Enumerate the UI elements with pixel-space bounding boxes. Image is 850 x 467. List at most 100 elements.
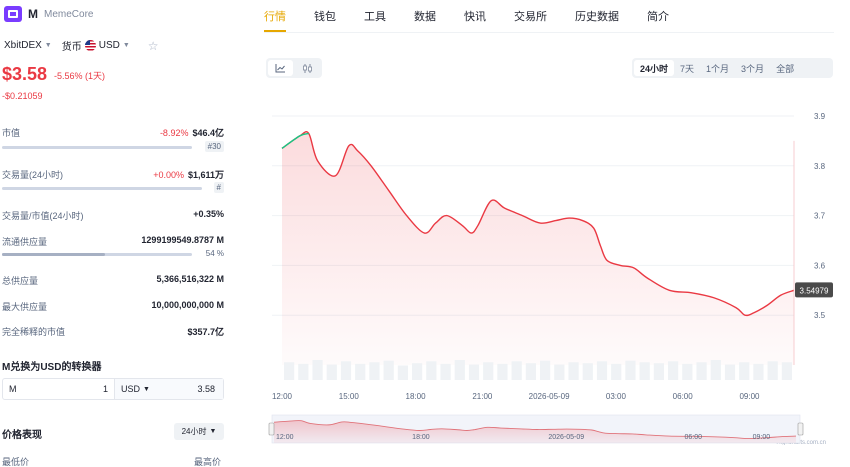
volume-bar: [298, 363, 309, 380]
currency-select[interactable]: 货币 USD ▼: [62, 38, 130, 53]
tab-item[interactable]: 快讯: [464, 0, 486, 32]
us-flag-icon: [84, 40, 96, 51]
current-price: $3.58: [2, 64, 48, 84]
progress-bar: [2, 146, 192, 149]
tab-item[interactable]: 历史数据: [575, 0, 619, 32]
range-button[interactable]: 全部: [770, 60, 800, 76]
converter-from-amount: 1: [102, 384, 108, 394]
y-tick-label: 3.9: [814, 112, 826, 121]
volume-bar: [540, 360, 551, 380]
low-price-label: 最低价: [2, 457, 30, 467]
exchange-select[interactable]: XbitDEX ▼: [4, 40, 52, 51]
y-tick-label: 3.7: [814, 212, 826, 221]
stat-value: $46.4亿: [192, 128, 224, 138]
converter-to-field[interactable]: USD ▼ 3.58: [115, 379, 223, 399]
volume-bar: [781, 362, 792, 380]
navigator-tick-label: 12:00: [276, 434, 294, 441]
converter-currency-select[interactable]: USD ▼: [121, 384, 150, 394]
volume-bar: [426, 361, 437, 380]
price-change-absolute: -$0.21059: [2, 91, 43, 101]
tab-item[interactable]: 简介: [647, 0, 669, 32]
caret-down-icon: ▼: [122, 42, 130, 49]
navigator-tick-label: 2026-05-09: [548, 434, 584, 441]
volume-bar: [653, 363, 664, 380]
volume-bar: [340, 361, 352, 380]
navigator-handle-right: [797, 422, 804, 436]
stat-value: 1299199549.8787 M: [141, 235, 224, 245]
converter: M 1 USD ▼ 3.58: [2, 378, 224, 400]
stat-total-supply: 总供应量 5,366,516,322 M: [2, 274, 224, 288]
volume-bar: [668, 361, 679, 380]
supply-percent: 54 %: [205, 249, 224, 258]
volume-bar: [596, 361, 608, 380]
volume-bar: [284, 362, 295, 380]
tab-item[interactable]: 数据: [414, 0, 436, 32]
exchange-label: XbitDEX: [4, 40, 42, 51]
range-button[interactable]: 3个月: [735, 60, 770, 76]
stat-fdv: 完全稀释的市值 $357.7亿: [2, 325, 224, 339]
navigator-tick-label: 18:00: [412, 434, 430, 441]
volume-bar: [511, 361, 522, 380]
volume-bar: [397, 365, 408, 380]
stat-value-group: -8.92% $46.4亿: [160, 126, 224, 139]
converter-title: M兑换为USD的转换器: [2, 362, 102, 373]
stat-value: +0.35%: [193, 209, 224, 219]
tab-item[interactable]: 交易所: [514, 0, 547, 32]
current-price-label: 3.54979: [800, 286, 829, 295]
tab-item[interactable]: 工具: [364, 0, 386, 32]
volume-bar: [483, 362, 494, 380]
price-change-percent: -5.56% (1天): [54, 71, 106, 81]
tab-item[interactable]: 钱包: [314, 0, 336, 32]
performance-period: 24小时: [181, 427, 207, 436]
volume-bar: [383, 360, 394, 380]
stat-change: +0.00%: [153, 170, 184, 180]
x-tick-label: 15:00: [339, 392, 360, 401]
line-chart-icon: [275, 63, 285, 72]
performance-period-select[interactable]: 24小时 ▼: [174, 423, 224, 440]
range-button[interactable]: 7天: [674, 60, 700, 76]
volume-bar: [682, 363, 693, 380]
converter-from-symbol: M: [9, 384, 17, 394]
navigator-tick-label: 06:00: [685, 434, 703, 441]
stat-volume: 交易量(24小时) +0.00% $1,611万 #: [2, 168, 224, 194]
navigator-handle-left: [268, 422, 275, 436]
tab-item[interactable]: 行情: [264, 0, 286, 32]
star-icon[interactable]: ☆: [148, 39, 159, 53]
price-area-fill: [282, 131, 794, 365]
volume-bar: [369, 362, 380, 380]
volume-bar: [554, 364, 565, 380]
volume-bar: [639, 362, 650, 380]
x-tick-label: 06:00: [673, 392, 694, 401]
high-price-label: 最高价: [194, 457, 222, 467]
volume-bar: [312, 360, 323, 380]
range-button[interactable]: 24小时: [634, 60, 675, 76]
x-tick-label: 2026-05-09: [529, 392, 570, 401]
currency-select-label: 货币: [61, 42, 82, 53]
volume-bar: [724, 364, 736, 380]
candle-chart-button[interactable]: [295, 60, 320, 76]
range-button[interactable]: 1个月: [700, 60, 735, 76]
volume-bar: [611, 363, 622, 380]
coin-name: MemeCore: [44, 8, 94, 20]
volume-bar: [355, 363, 366, 380]
line-chart-button[interactable]: [268, 60, 293, 76]
supply-progress-bar: [2, 253, 192, 256]
caret-down-icon: ▼: [209, 428, 217, 435]
x-tick-label: 12:00: [272, 392, 293, 401]
price-chart[interactable]: 3.9 3.8 3.7 3.6 3.5 3.54979 12:00 15:00 18:00 21:…: [264, 100, 834, 445]
converter-from-input[interactable]: M 1: [3, 379, 115, 399]
stat-label: 完全稀释的市值: [2, 327, 66, 337]
volume-bar: [739, 362, 750, 380]
stat-label: 总供应量: [2, 276, 39, 286]
y-tick-label: 3.5: [814, 311, 826, 320]
volume-bar: [625, 360, 636, 380]
volume-bar: [525, 363, 536, 380]
y-tick-label: 3.6: [814, 261, 826, 270]
chart-area: [281, 131, 795, 365]
chart-navigator[interactable]: 12:00 18:00 2026-05-09 06:00 09:00: [268, 414, 804, 444]
stat-circulating-supply: 流通供应量 1299199549.8787 M 54 %: [2, 235, 224, 261]
caret-down-icon: ▼: [143, 385, 150, 393]
stat-label: 交易量(24小时): [2, 170, 64, 180]
chart-type-toggle: [266, 58, 322, 78]
stat-label: 最大供应量: [2, 302, 48, 312]
